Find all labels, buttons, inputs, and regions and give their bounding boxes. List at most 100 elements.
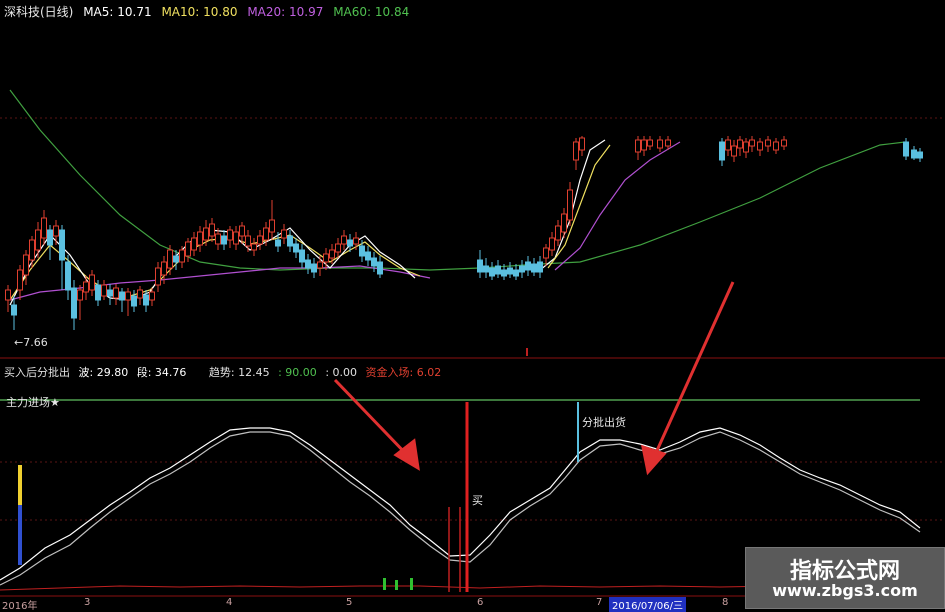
candle-body — [233, 231, 239, 245]
candle-body — [341, 235, 347, 245]
price-low-label: ←7.66 — [14, 336, 48, 349]
small-volume-bars — [383, 578, 413, 590]
candle-body — [179, 249, 185, 263]
candle-body — [131, 295, 137, 307]
candle-body — [83, 281, 89, 293]
candle-body — [95, 284, 101, 301]
date-year: 2016年 — [2, 601, 38, 612]
candle-body — [903, 141, 909, 157]
candle-body — [765, 139, 771, 147]
candle-body — [513, 269, 519, 277]
candle-body — [489, 267, 495, 277]
candle-body — [737, 139, 743, 149]
candle-body — [573, 141, 579, 161]
candle-body — [781, 139, 787, 147]
stock-name[interactable]: 深科技(日线) — [4, 5, 73, 19]
candle-body — [537, 261, 543, 273]
watermark: 指标公式网 www.zbgs3.com — [745, 547, 945, 609]
candle-body — [161, 261, 167, 276]
candle-body — [911, 149, 917, 159]
date-month-5: 5 — [346, 597, 353, 608]
candle-body — [495, 265, 501, 275]
ma60-line — [9, 89, 906, 271]
candle-body — [107, 289, 113, 297]
candle-body — [773, 141, 779, 151]
candle-body — [743, 141, 749, 153]
date-cursor-label: 2016/07/06/三 — [609, 597, 687, 612]
candle-body — [507, 267, 513, 275]
value-0: : 0.00 — [325, 366, 358, 379]
candle-body — [353, 237, 359, 245]
candle-body — [41, 217, 47, 239]
funds-value: 资金入场: 6.02 — [365, 366, 442, 379]
candle-body — [665, 139, 671, 147]
ma60-label: MA60: 10.84 — [333, 5, 410, 19]
buy-annotation: 买 — [472, 494, 483, 507]
candle-body — [155, 267, 161, 286]
candle-body — [749, 139, 755, 147]
candle-body — [5, 289, 11, 301]
candle-body — [347, 239, 353, 247]
candle-body — [263, 227, 269, 241]
candle-body — [335, 243, 341, 253]
wave-value: 波: 29.80 — [78, 366, 129, 379]
candle-body — [501, 269, 507, 277]
candle-body — [251, 243, 257, 251]
candle-body — [525, 261, 531, 271]
candle-body — [757, 141, 763, 151]
signal-line-label: 主力进场★ — [6, 396, 60, 409]
candle-body — [137, 289, 143, 299]
candle-body — [311, 263, 317, 273]
candle-body — [917, 151, 923, 159]
candle-body — [35, 229, 41, 251]
candle-body — [89, 274, 95, 291]
candle-body — [77, 289, 83, 301]
candle-body — [269, 219, 275, 233]
candle-body — [519, 265, 525, 273]
candle-body — [281, 229, 287, 239]
candle-body — [23, 254, 29, 276]
date-month-6: 6 — [477, 597, 484, 608]
date-month-8: 8 — [722, 597, 729, 608]
date-month-7: 7 — [596, 597, 603, 608]
candle-body — [719, 141, 725, 161]
left-gauge-top — [18, 465, 22, 505]
candle-body — [29, 239, 35, 261]
candle-body — [641, 139, 647, 151]
candle-body — [203, 227, 209, 241]
candle-body — [125, 291, 131, 301]
candle-body — [47, 229, 53, 246]
candle-body — [293, 243, 299, 253]
candle-body — [635, 139, 641, 153]
candle-body — [543, 247, 549, 259]
candle-body — [59, 229, 65, 261]
candle-body — [731, 145, 737, 157]
candle-body — [143, 294, 149, 306]
candle-body — [209, 223, 215, 237]
candle-body — [197, 231, 203, 246]
candle-body — [239, 225, 245, 237]
candle-body — [477, 259, 483, 273]
date-month-4: 4 — [226, 597, 233, 608]
candle-body — [215, 233, 221, 245]
candle-body — [371, 257, 377, 267]
date-month-3: 3 — [84, 597, 91, 608]
candle-body — [245, 235, 251, 247]
ma20-label: MA20: 10.97 — [247, 5, 324, 19]
candle-body — [173, 255, 179, 263]
watermark-url: www.zbgs3.com — [772, 581, 918, 600]
chart-canvas: 买 分批出货 ←7.66 — [0, 89, 945, 597]
indicator-header: 买入后分批出 波: 29.80 段: 34.76 趋势: 12.45 : 90.… — [4, 364, 446, 380]
candle-body — [71, 287, 77, 319]
candle-body — [11, 304, 17, 316]
candle-body — [555, 225, 561, 241]
moving-averages — [9, 89, 906, 306]
candle-body — [725, 139, 731, 151]
candle-body — [191, 237, 197, 251]
candle-body — [549, 237, 555, 251]
candle-body — [185, 241, 191, 257]
candle-body — [531, 263, 537, 273]
indicator-name[interactable]: 买入后分批出 — [4, 366, 70, 379]
candle-body — [227, 229, 233, 241]
candle-body — [17, 269, 23, 291]
